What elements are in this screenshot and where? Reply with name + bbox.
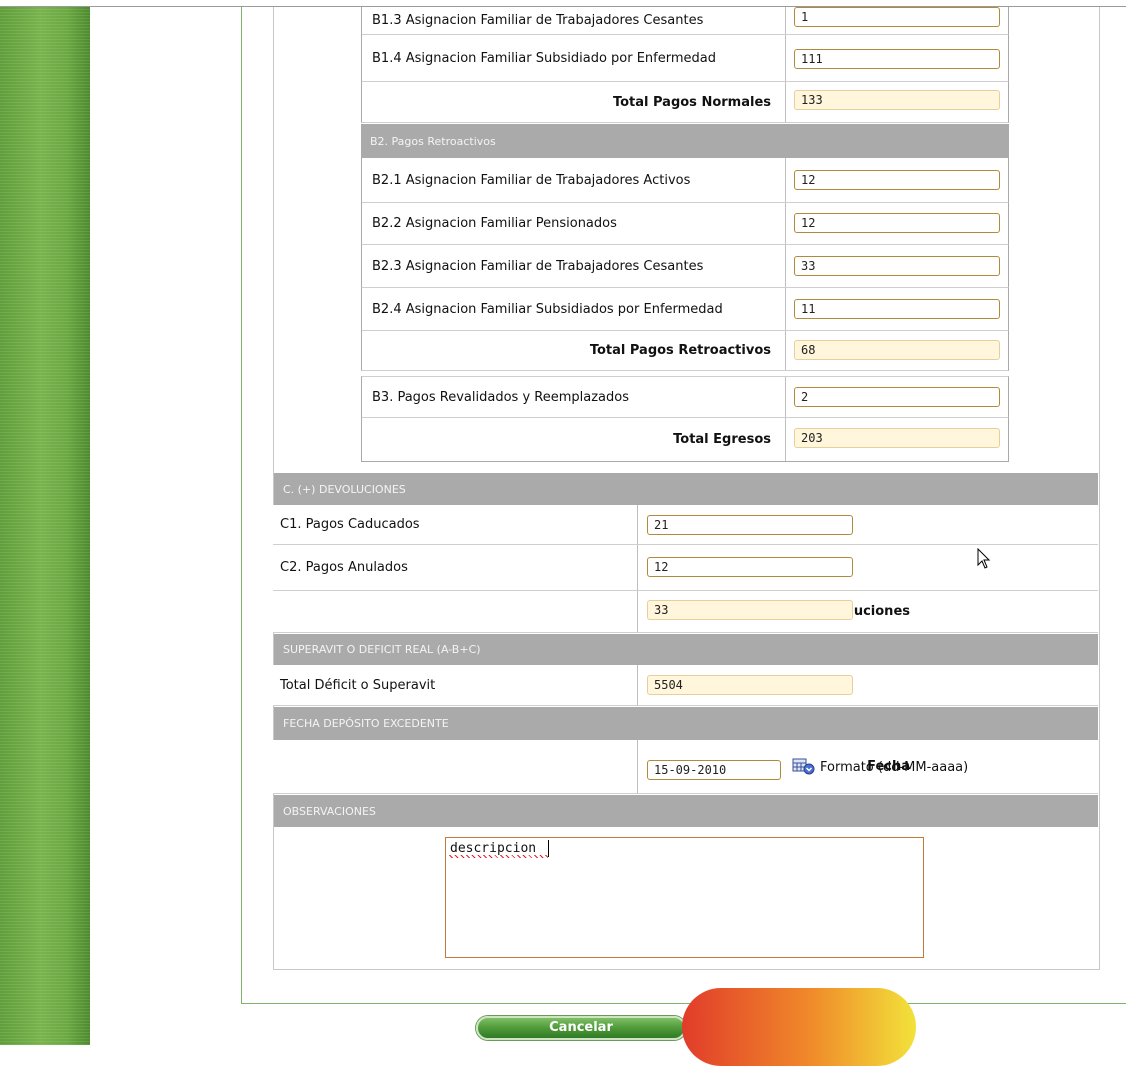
date-format-hint: Formato (dd-MM-aaaa)	[820, 760, 969, 775]
section-header-observaciones: OBSERVACIONES	[274, 795, 1098, 827]
content-bottom-border	[241, 1003, 1126, 1004]
cancel-button[interactable]: Cancelar	[476, 1016, 686, 1040]
section-header-devoluciones: C. (+) DEVOLUCIONES	[274, 473, 1098, 505]
row-label: B1.3 Asignacion Familiar de Trabajadores…	[372, 13, 704, 28]
c1-input[interactable]	[647, 515, 853, 535]
form-row-c2: C2. Pagos Anulados	[273, 545, 1098, 591]
row-label: B2.3 Asignacion Familiar de Trabajadores…	[372, 258, 704, 274]
b1-3-input[interactable]	[794, 7, 1000, 27]
spellcheck-underline	[449, 855, 548, 858]
b2-4-input[interactable]	[794, 299, 1000, 319]
total-label: Total Pagos Retroactivos	[589, 343, 771, 358]
row-label: B2.4 Asignacion Familiar Subsidiados por…	[372, 301, 723, 317]
content-left-border	[241, 7, 242, 1004]
form-row-total-pagos-normales: Total Pagos Normales	[361, 82, 1009, 123]
fecha-input[interactable]	[647, 760, 781, 780]
form-row-c1: C1. Pagos Caducados	[273, 505, 1098, 545]
b2-2-input[interactable]	[794, 213, 1000, 233]
c2-input[interactable]	[647, 557, 853, 577]
b3-input[interactable]	[794, 387, 1000, 407]
form-row-fecha: Fecha	[273, 740, 1098, 794]
mouse-cursor-icon	[977, 548, 991, 569]
form-row-total-pagos-retroactivos: Total Pagos Retroactivos	[361, 331, 1009, 371]
section-header-fecha: FECHA DEPÓSITO EXCEDENTE	[274, 707, 1098, 740]
b2-1-input[interactable]	[794, 170, 1000, 190]
form-row-b1-4: B1.4 Asignacion Familiar Subsidiado por …	[361, 35, 1009, 82]
b2-3-input[interactable]	[794, 256, 1000, 276]
total-label: Total Pagos Normales	[612, 94, 771, 110]
calendar-icon[interactable]	[792, 757, 816, 775]
row-label: B2.1 Asignacion Familiar de Trabajadores…	[372, 172, 691, 188]
form-row-b1-3: B1.3 Asignacion Familiar de Trabajadores…	[361, 7, 1009, 35]
form-row-total-devoluciones: Total Devoluciones	[273, 591, 1098, 633]
row-label: C1. Pagos Caducados	[280, 517, 420, 532]
b1-4-input[interactable]	[794, 49, 1000, 69]
section-header-superavit: SUPERAVIT O DEFICIT REAL (A-B+C)	[274, 634, 1098, 665]
form-row-b2-1: B2.1 Asignacion Familiar de Trabajadores…	[361, 158, 1009, 203]
text-caret	[548, 840, 549, 857]
form-row-b2-4: B2.4 Asignacion Familiar Subsidiados por…	[361, 288, 1009, 331]
row-label: B2.2 Asignacion Familiar Pensionados	[372, 216, 617, 231]
form-row-b3: B3. Pagos Revalidados y Reemplazados	[361, 376, 1009, 418]
left-sidebar	[0, 7, 90, 1045]
total-pagos-retroactivos-field	[794, 340, 1000, 360]
row-label: C2. Pagos Anulados	[280, 560, 408, 575]
form-row-b2-3: B2.3 Asignacion Familiar de Trabajadores…	[361, 245, 1009, 288]
row-label: B1.4 Asignacion Familiar Subsidiado por …	[372, 50, 716, 66]
row-label: Total Déficit o Superavit	[280, 677, 436, 693]
total-pagos-normales-field	[794, 90, 1000, 110]
total-egresos-field	[794, 428, 1000, 448]
total-devoluciones-field	[647, 600, 853, 620]
row-label: B3. Pagos Revalidados y Reemplazados	[372, 389, 629, 405]
generate-button[interactable]: Generar	[687, 1016, 891, 1040]
section-header-b2: B2. Pagos Retroactivos	[361, 124, 1009, 158]
total-label: Total Egresos	[673, 432, 771, 447]
total-deficit-field	[647, 675, 853, 695]
form-row-total-deficit: Total Déficit o Superavit	[273, 665, 1098, 706]
form-row-total-egresos: Total Egresos	[361, 418, 1009, 462]
form-row-b2-2: B2.2 Asignacion Familiar Pensionados	[361, 203, 1009, 245]
